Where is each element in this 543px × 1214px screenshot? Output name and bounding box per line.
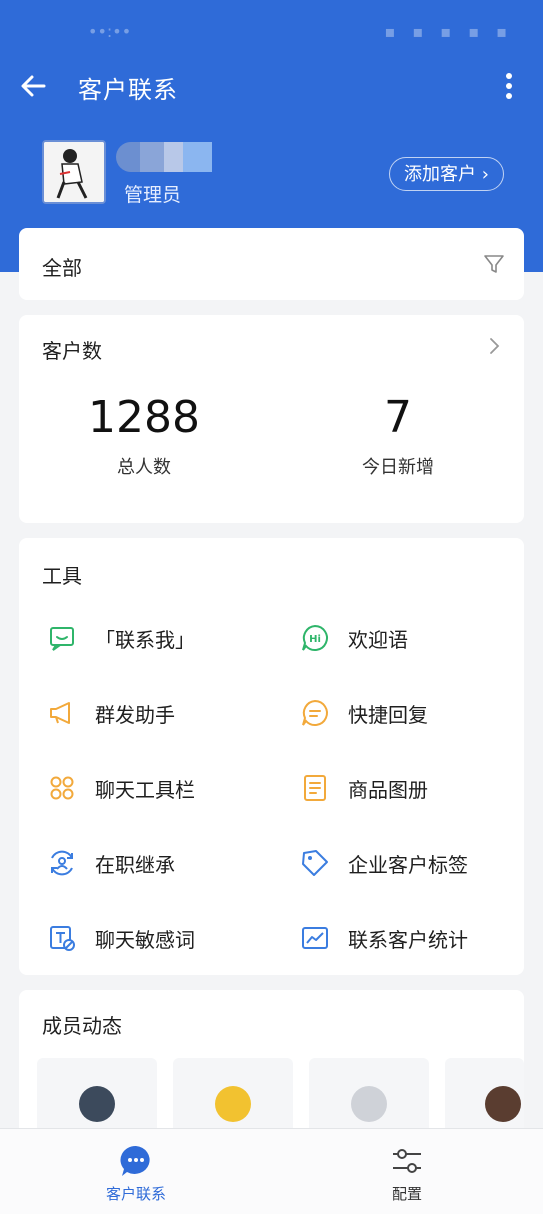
new-today-stat: 7 今日新增 bbox=[298, 393, 498, 479]
tool-contact-me[interactable]: 「联系我」 bbox=[47, 618, 195, 658]
quick-reply-icon bbox=[302, 699, 328, 726]
status-bar: ••:•• ▪ ▪ ▪ ▪ ▪ bbox=[0, 0, 543, 60]
tool-chat-toolbar-label: 聊天工具栏 bbox=[95, 777, 195, 802]
total-customers-stat: 1288 总人数 bbox=[44, 393, 244, 479]
tab-customer-contacts[interactable]: 客户联系 bbox=[56, 1129, 216, 1214]
sensitive-word-icon bbox=[50, 926, 75, 951]
tool-welcome-message-label: 欢迎语 bbox=[348, 627, 408, 652]
tool-contact-statistics[interactable]: 联系客户统计 bbox=[300, 918, 468, 958]
new-today-value: 7 bbox=[384, 392, 412, 443]
add-customer-button[interactable]: 添加客户 › bbox=[389, 157, 504, 191]
member-avatar bbox=[79, 1086, 115, 1122]
chat-bubble-icon bbox=[120, 1145, 150, 1176]
filter-funnel-icon[interactable] bbox=[482, 252, 506, 276]
filter-card[interactable]: 全部 bbox=[19, 228, 524, 300]
customer-count-title: 客户数 bbox=[42, 339, 102, 363]
inherit-icon bbox=[51, 850, 73, 876]
tab-configuration[interactable]: 配置 bbox=[327, 1129, 487, 1214]
tool-sensitive-words-label: 聊天敏感词 bbox=[95, 927, 195, 952]
tag-icon bbox=[302, 850, 328, 876]
tool-quick-reply[interactable]: 快捷回复 bbox=[300, 693, 428, 733]
tool-sensitive-words[interactable]: 聊天敏感词 bbox=[47, 918, 195, 958]
filter-scope-label: 全部 bbox=[42, 256, 82, 280]
statistics-icon bbox=[302, 927, 328, 949]
tool-product-catalog[interactable]: 商品图册 bbox=[300, 768, 428, 808]
avatar-figure-icon bbox=[44, 142, 104, 202]
tool-customer-tags-label: 企业客户标签 bbox=[348, 852, 468, 877]
page-title: 客户联系 bbox=[78, 76, 178, 104]
bottom-tab-bar: 客户联系 配置 bbox=[0, 1128, 543, 1214]
chevron-right-icon[interactable] bbox=[486, 335, 502, 357]
customer-count-card[interactable]: 客户数 1288 总人数 7 今日新增 bbox=[19, 315, 524, 523]
back-arrow-icon[interactable] bbox=[16, 68, 52, 104]
more-options-icon[interactable] bbox=[499, 68, 519, 104]
tool-customer-tags[interactable]: 企业客户标签 bbox=[300, 843, 468, 883]
toolbar-icon bbox=[50, 776, 74, 800]
tools-title: 工具 bbox=[42, 564, 82, 588]
tool-chat-toolbar[interactable]: 聊天工具栏 bbox=[47, 768, 195, 808]
user-role: 管理员 bbox=[124, 184, 182, 206]
total-customers-label: 总人数 bbox=[117, 457, 171, 478]
tool-employee-inheritance[interactable]: 在职继承 bbox=[47, 843, 175, 883]
status-icons: ▪ ▪ ▪ ▪ ▪ bbox=[384, 22, 513, 41]
tab-customer-contacts-label: 客户联系 bbox=[105, 1185, 166, 1203]
tool-mass-messaging-label: 群发助手 bbox=[95, 702, 175, 727]
tool-employee-inheritance-label: 在职继承 bbox=[95, 852, 175, 877]
tool-contact-statistics-label: 联系客户统计 bbox=[348, 927, 468, 952]
tool-contact-me-label: 「联系我」 bbox=[95, 627, 195, 652]
avatar[interactable] bbox=[42, 140, 106, 204]
hi-greeting-icon: Hi bbox=[302, 624, 328, 651]
tools-card: 工具 「联系我」 Hi 欢迎语 群发助手 快捷回复 聊天工具栏 商品图册 在职继… bbox=[19, 538, 524, 975]
status-time: ••:•• bbox=[88, 22, 132, 41]
admin-profile: 管理员 添加客户 › bbox=[0, 130, 543, 220]
new-today-label: 今日新增 bbox=[362, 457, 434, 478]
member-avatar bbox=[215, 1086, 251, 1122]
member-avatar bbox=[485, 1086, 521, 1122]
navigation-bar: 客户联系 bbox=[0, 60, 543, 112]
tool-welcome-message[interactable]: Hi 欢迎语 bbox=[300, 618, 408, 658]
contact-me-icon bbox=[50, 627, 74, 651]
total-customers-value: 1288 bbox=[88, 392, 200, 443]
member-activity-title: 成员动态 bbox=[42, 1014, 122, 1038]
tool-product-catalog-label: 商品图册 bbox=[348, 777, 428, 802]
tab-configuration-label: 配置 bbox=[391, 1185, 422, 1203]
svg-text:Hi: Hi bbox=[309, 634, 321, 645]
blurred-username bbox=[116, 142, 212, 172]
sliders-icon bbox=[393, 1149, 421, 1173]
megaphone-icon bbox=[50, 702, 70, 724]
catalog-icon bbox=[304, 775, 326, 801]
tool-quick-reply-label: 快捷回复 bbox=[348, 702, 428, 727]
tool-mass-messaging[interactable]: 群发助手 bbox=[47, 693, 175, 733]
member-avatar bbox=[351, 1086, 387, 1122]
